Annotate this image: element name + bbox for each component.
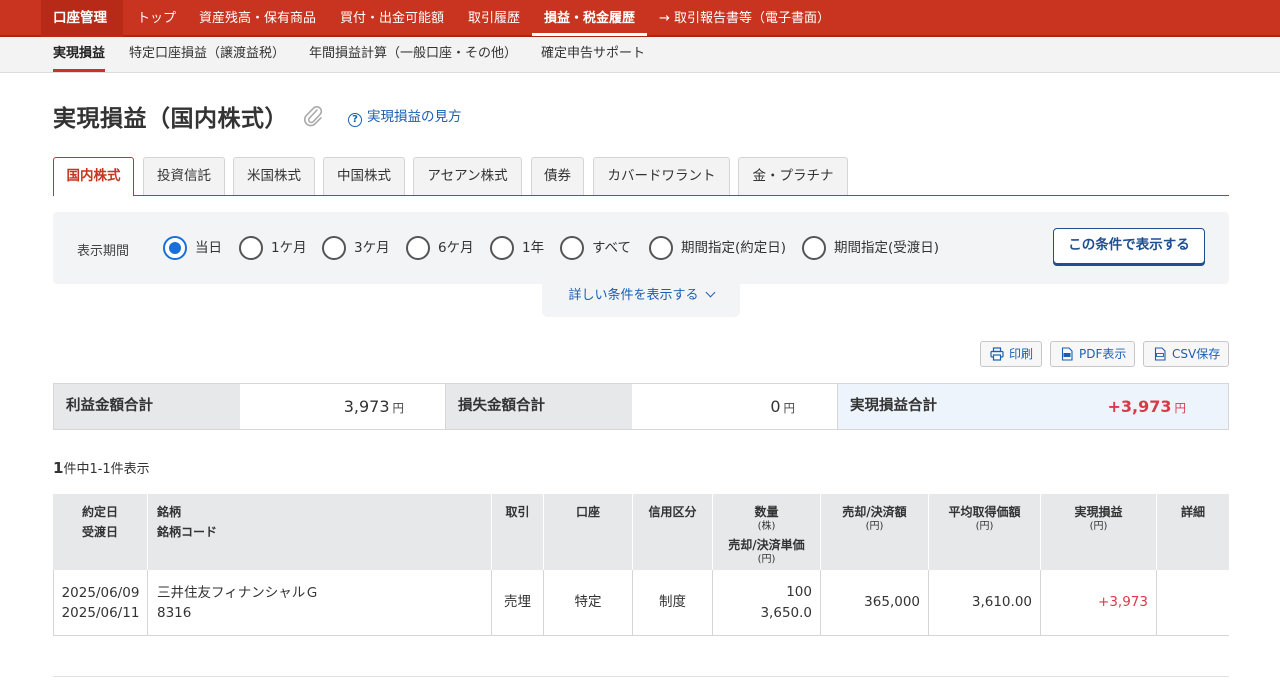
arrow-right-icon: → xyxy=(659,11,670,26)
tab-asean-stocks[interactable]: アセアン株式 xyxy=(413,157,522,195)
tab-china-stocks[interactable]: 中国株式 xyxy=(323,157,405,195)
paperclip-icon[interactable] xyxy=(302,104,324,128)
cell-qty-price: 100 3,650.0 xyxy=(713,570,821,635)
show-detail-conditions[interactable]: 詳しい条件を表示する xyxy=(542,284,740,317)
help-link[interactable]: ? 実現損益の見方 xyxy=(348,105,462,127)
cell-realized-pl: +3,973 xyxy=(1041,570,1157,635)
col-trade: 取引 xyxy=(492,494,544,570)
realized-pl-total: 実現損益合計 +3,973 円 xyxy=(837,384,1228,429)
product-tabs: 国内株式 投資信託 米国株式 中国株式 アセアン株式 債券 カバードワラント 金… xyxy=(53,157,1229,196)
table-header: 約定日 受渡日 銘柄 銘柄コード 取引 口座 信用区分 数量 (株) 売却/決済単価(… xyxy=(53,494,1229,570)
loss-total-value: 0円 xyxy=(770,397,795,416)
cell-security: 三井住友フィナンシャルＧ 8316 xyxy=(148,570,492,635)
cell-dates: 2025/06/09 2025/06/11 xyxy=(53,570,148,635)
subnav-active-indicator xyxy=(53,69,105,72)
printer-icon xyxy=(990,347,1004,361)
realized-pl-total-label: 実現損益合計 xyxy=(850,398,937,414)
page-title: 実現損益（国内株式） xyxy=(53,106,288,132)
print-button[interactable]: 印刷 xyxy=(980,341,1042,367)
cell-avg-cost: 3,610.00 xyxy=(929,570,1041,635)
security-name[interactable]: 三井住友フィナンシャルＧ xyxy=(157,583,491,603)
nav-top[interactable]: トップ xyxy=(137,0,176,37)
pdf-label: PDF表示 xyxy=(1079,347,1127,361)
show-detail-conditions-label: 詳しい条件を表示する xyxy=(568,288,699,303)
cell-amount: 365,000 xyxy=(821,570,929,635)
tab-mutual-funds[interactable]: 投資信託 xyxy=(143,157,225,195)
nav-reports-label: 取引報告書等（電子書面） xyxy=(674,11,831,26)
csv-label: CSV保存 xyxy=(1172,347,1221,361)
period-filter: 表示期間 当日 1ケ月 3ケ月 6ケ月 1年 すべて 期間指定(約定日) 期間指… xyxy=(53,212,1229,284)
nav-buying-power[interactable]: 買付・出金可能額 xyxy=(340,0,444,37)
divider xyxy=(53,676,1229,677)
col-credit: 信用区分 xyxy=(633,494,713,570)
subnav-annual-calc[interactable]: 年間損益計算（一般口座・その他） xyxy=(309,37,517,72)
subnav-realized-pl[interactable]: 実現損益 xyxy=(53,37,105,72)
col-dates: 約定日 受渡日 xyxy=(53,494,148,570)
nav-assets[interactable]: 資産残高・保有商品 xyxy=(199,0,316,37)
cell-credit: 制度 xyxy=(633,570,713,635)
pdf-file-icon xyxy=(1061,347,1073,361)
subnav-tax-return-support[interactable]: 確定申告サポート xyxy=(541,37,645,72)
cell-account: 特定 xyxy=(544,570,633,635)
nav-pl-tax[interactable]: 損益・税金履歴 xyxy=(544,0,635,37)
profit-total-value: 3,973 円 xyxy=(343,397,404,416)
print-label: 印刷 xyxy=(1009,347,1034,361)
col-avg-cost: 平均取得価額 (円) xyxy=(929,494,1041,570)
tab-bonds[interactable]: 債券 xyxy=(531,157,584,195)
csv-file-icon xyxy=(1154,347,1166,361)
subnav-specific-account[interactable]: 特定口座損益（譲渡益税） xyxy=(129,37,285,72)
cell-trade: 売埋 xyxy=(492,570,544,635)
table-row: 2025/06/09 2025/06/11 三井住友フィナンシャルＧ 8316 売埋… xyxy=(53,570,1229,636)
col-amount: 売却/決済額 (円) xyxy=(821,494,929,570)
profit-total-label: 利益金額合計 xyxy=(54,384,240,429)
col-detail: 詳細 xyxy=(1180,505,1205,519)
question-circle-icon: ? xyxy=(348,113,362,127)
chevron-down-icon xyxy=(705,287,715,298)
col-realized-pl: 実現損益 (円) xyxy=(1041,494,1157,570)
result-count: 1件中1-1件表示 xyxy=(53,459,150,477)
tab-domestic-stocks[interactable]: 国内株式 xyxy=(53,157,134,196)
account-management-label[interactable]: 口座管理 xyxy=(41,0,123,37)
pdf-button[interactable]: PDF表示 xyxy=(1050,341,1135,367)
csv-button[interactable]: CSV保存 xyxy=(1143,341,1229,367)
col-qty-price: 数量 (株) 売却/決済単価 (円) xyxy=(713,494,821,570)
tab-us-stocks[interactable]: 米国株式 xyxy=(233,157,315,195)
sub-nav: 実現損益 特定口座損益（譲渡益税） 年間損益計算（一般口座・その他） 確定申告サ… xyxy=(0,37,1280,73)
nav-active-indicator xyxy=(532,33,647,36)
help-link-label: 実現損益の見方 xyxy=(367,109,462,125)
nav-history[interactable]: 取引履歴 xyxy=(468,0,520,37)
col-account: 口座 xyxy=(544,494,633,570)
col-security: 銘柄 銘柄コード xyxy=(148,494,492,570)
tab-covered-warrants[interactable]: カバードワラント xyxy=(593,157,730,195)
realized-pl-total-value: +3,973 円 xyxy=(1107,397,1186,416)
apply-filter-button[interactable]: この条件で表示する xyxy=(1053,228,1205,264)
top-nav: 口座管理 トップ 資産残高・保有商品 買付・出金可能額 取引履歴 損益・税金履歴… xyxy=(0,0,1280,37)
tab-gold-platinum[interactable]: 金・プラチナ xyxy=(738,157,848,195)
period-label: 表示期間 xyxy=(77,244,130,259)
pl-summary: 利益金額合計 3,973 円 損失金額合計 0円 実現損益合計 +3,973 円 xyxy=(53,383,1229,430)
loss-total-label: 損失金額合計 xyxy=(445,384,632,429)
cell-detail xyxy=(1157,570,1229,635)
nav-reports[interactable]: → 取引報告書等（電子書面） xyxy=(659,0,830,37)
